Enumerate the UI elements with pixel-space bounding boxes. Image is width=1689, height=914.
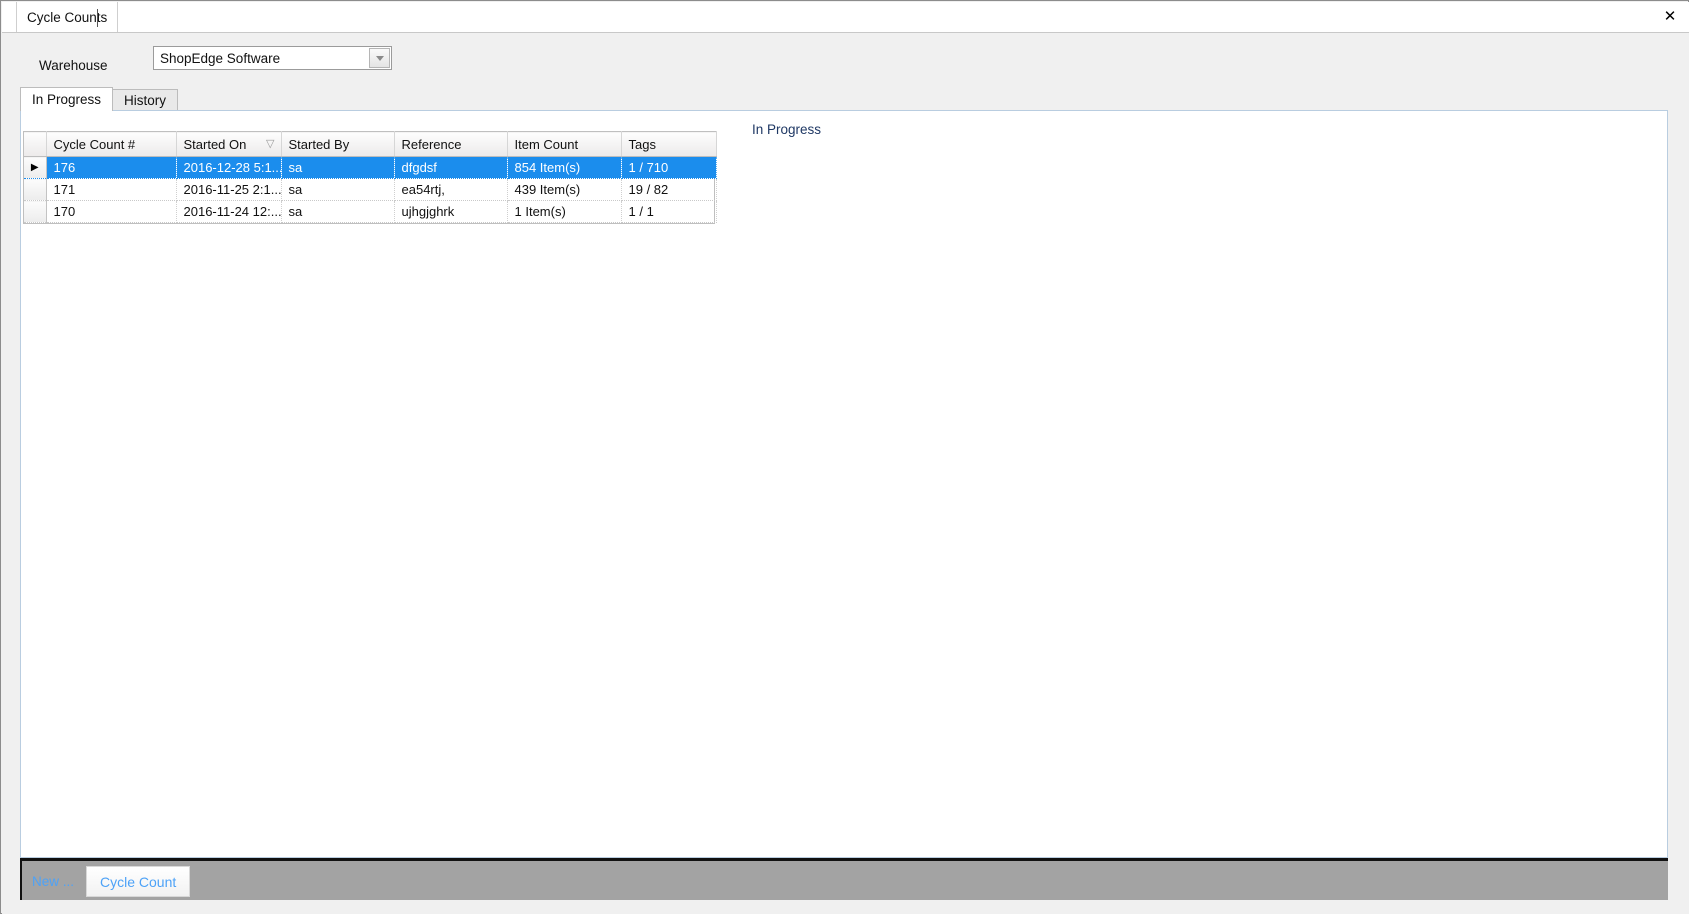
- column-header-label: Started By: [288, 136, 350, 152]
- cell-item-count: 1 Item(s): [507, 200, 622, 223]
- text-caret: [97, 9, 98, 27]
- sort-descending-icon: ▽: [266, 137, 275, 150]
- table-header-row: Cycle Count # Started On ▽ Started By Re…: [24, 131, 717, 157]
- new-menu-label[interactable]: New ...: [32, 874, 74, 889]
- cell-started-on: 2016-11-24 12:...: [176, 200, 282, 223]
- cycle-count-table: Cycle Count # Started On ▽ Started By Re…: [24, 131, 717, 223]
- cell-cycle-count: 170: [46, 200, 177, 223]
- cell-reference: ujhgjghrk: [394, 200, 508, 223]
- page-body: Warehouse ShopEdge Software In Progress …: [2, 33, 1689, 914]
- warehouse-combobox[interactable]: ShopEdge Software: [153, 46, 392, 70]
- chevron-down-glyph: [375, 55, 384, 61]
- tab-history-label: History: [124, 93, 167, 108]
- cell-reference: dfgdsf: [394, 156, 508, 179]
- chevron-down-icon[interactable]: [369, 48, 390, 68]
- row-selector[interactable]: [24, 200, 47, 223]
- new-cycle-count-button-label: Cycle Count: [100, 873, 177, 890]
- tab-panel-in-progress: In Progress Cycle Count # Started On ▽ S…: [20, 110, 1668, 858]
- column-header-cycle-count[interactable]: Cycle Count #: [46, 131, 177, 157]
- table-row[interactable]: ▶ 176 2016-12-28 5:1... sa dfgdsf 854 It…: [24, 156, 717, 179]
- column-header-label: Reference: [401, 136, 462, 152]
- column-header-label: Cycle Count #: [53, 136, 136, 152]
- table-row[interactable]: 170 2016-11-24 12:... sa ujhgjghrk 1 Ite…: [24, 200, 717, 223]
- tab-in-progress-label: In Progress: [32, 92, 102, 107]
- column-header-started-on[interactable]: Started On ▽: [176, 131, 282, 157]
- cycle-count-grid[interactable]: Cycle Count # Started On ▽ Started By Re…: [23, 131, 717, 224]
- tab-history[interactable]: History: [112, 89, 179, 111]
- new-cycle-count-button[interactable]: Cycle Count: [86, 866, 191, 897]
- column-header-reference[interactable]: Reference: [394, 131, 508, 157]
- column-header-item-count[interactable]: Item Count: [507, 131, 622, 157]
- cell-reference: ea54rtj,: [394, 178, 508, 201]
- column-header-label: Started On: [183, 136, 247, 152]
- close-x-icon[interactable]: ✕: [1659, 5, 1681, 27]
- panel-title: In Progress: [752, 122, 822, 137]
- document-tab-cycle-counts[interactable]: Cycle Counts: [16, 2, 119, 32]
- cell-cycle-count: 171: [46, 178, 177, 201]
- application-window: Cycle Counts ✕ Warehouse ShopEdge Softwa…: [0, 0, 1689, 914]
- document-tab-label: Cycle Counts: [27, 9, 108, 25]
- row-selector-arrow-icon[interactable]: ▶: [24, 156, 47, 179]
- column-header-label: Item Count: [514, 136, 579, 152]
- tab-control: In Progress History In Progress Cycle Co…: [20, 87, 1668, 897]
- cell-started-on: 2016-11-25 2:1...: [176, 178, 282, 201]
- cell-started-by: sa: [281, 200, 395, 223]
- column-header-tags[interactable]: Tags: [621, 131, 717, 157]
- cell-tags: 19 / 82: [621, 178, 717, 201]
- table-row[interactable]: 171 2016-11-25 2:1... sa ea54rtj, 439 It…: [24, 178, 717, 201]
- tab-in-progress[interactable]: In Progress: [20, 87, 114, 111]
- bottom-toolbar: New ... Cycle Count: [20, 858, 1668, 900]
- document-tab-strip: Cycle Counts ✕: [2, 2, 1689, 33]
- row-selector[interactable]: [24, 178, 47, 201]
- cell-item-count: 854 Item(s): [507, 156, 622, 179]
- tab-header-row: In Progress History: [20, 87, 179, 111]
- warehouse-label: Warehouse: [39, 58, 108, 73]
- column-header-started-by[interactable]: Started By: [281, 131, 395, 157]
- cell-started-by: sa: [281, 178, 395, 201]
- cell-item-count: 439 Item(s): [507, 178, 622, 201]
- cell-tags: 1 / 710: [621, 156, 717, 179]
- column-header-label: Tags: [628, 136, 656, 152]
- cell-cycle-count: 176: [46, 156, 177, 179]
- warehouse-combobox-value: ShopEdge Software: [160, 50, 281, 66]
- cell-started-on: 2016-12-28 5:1...: [176, 156, 282, 179]
- cell-tags: 1 / 1: [621, 200, 717, 223]
- row-selector-header: [24, 131, 47, 157]
- cell-started-by: sa: [281, 156, 395, 179]
